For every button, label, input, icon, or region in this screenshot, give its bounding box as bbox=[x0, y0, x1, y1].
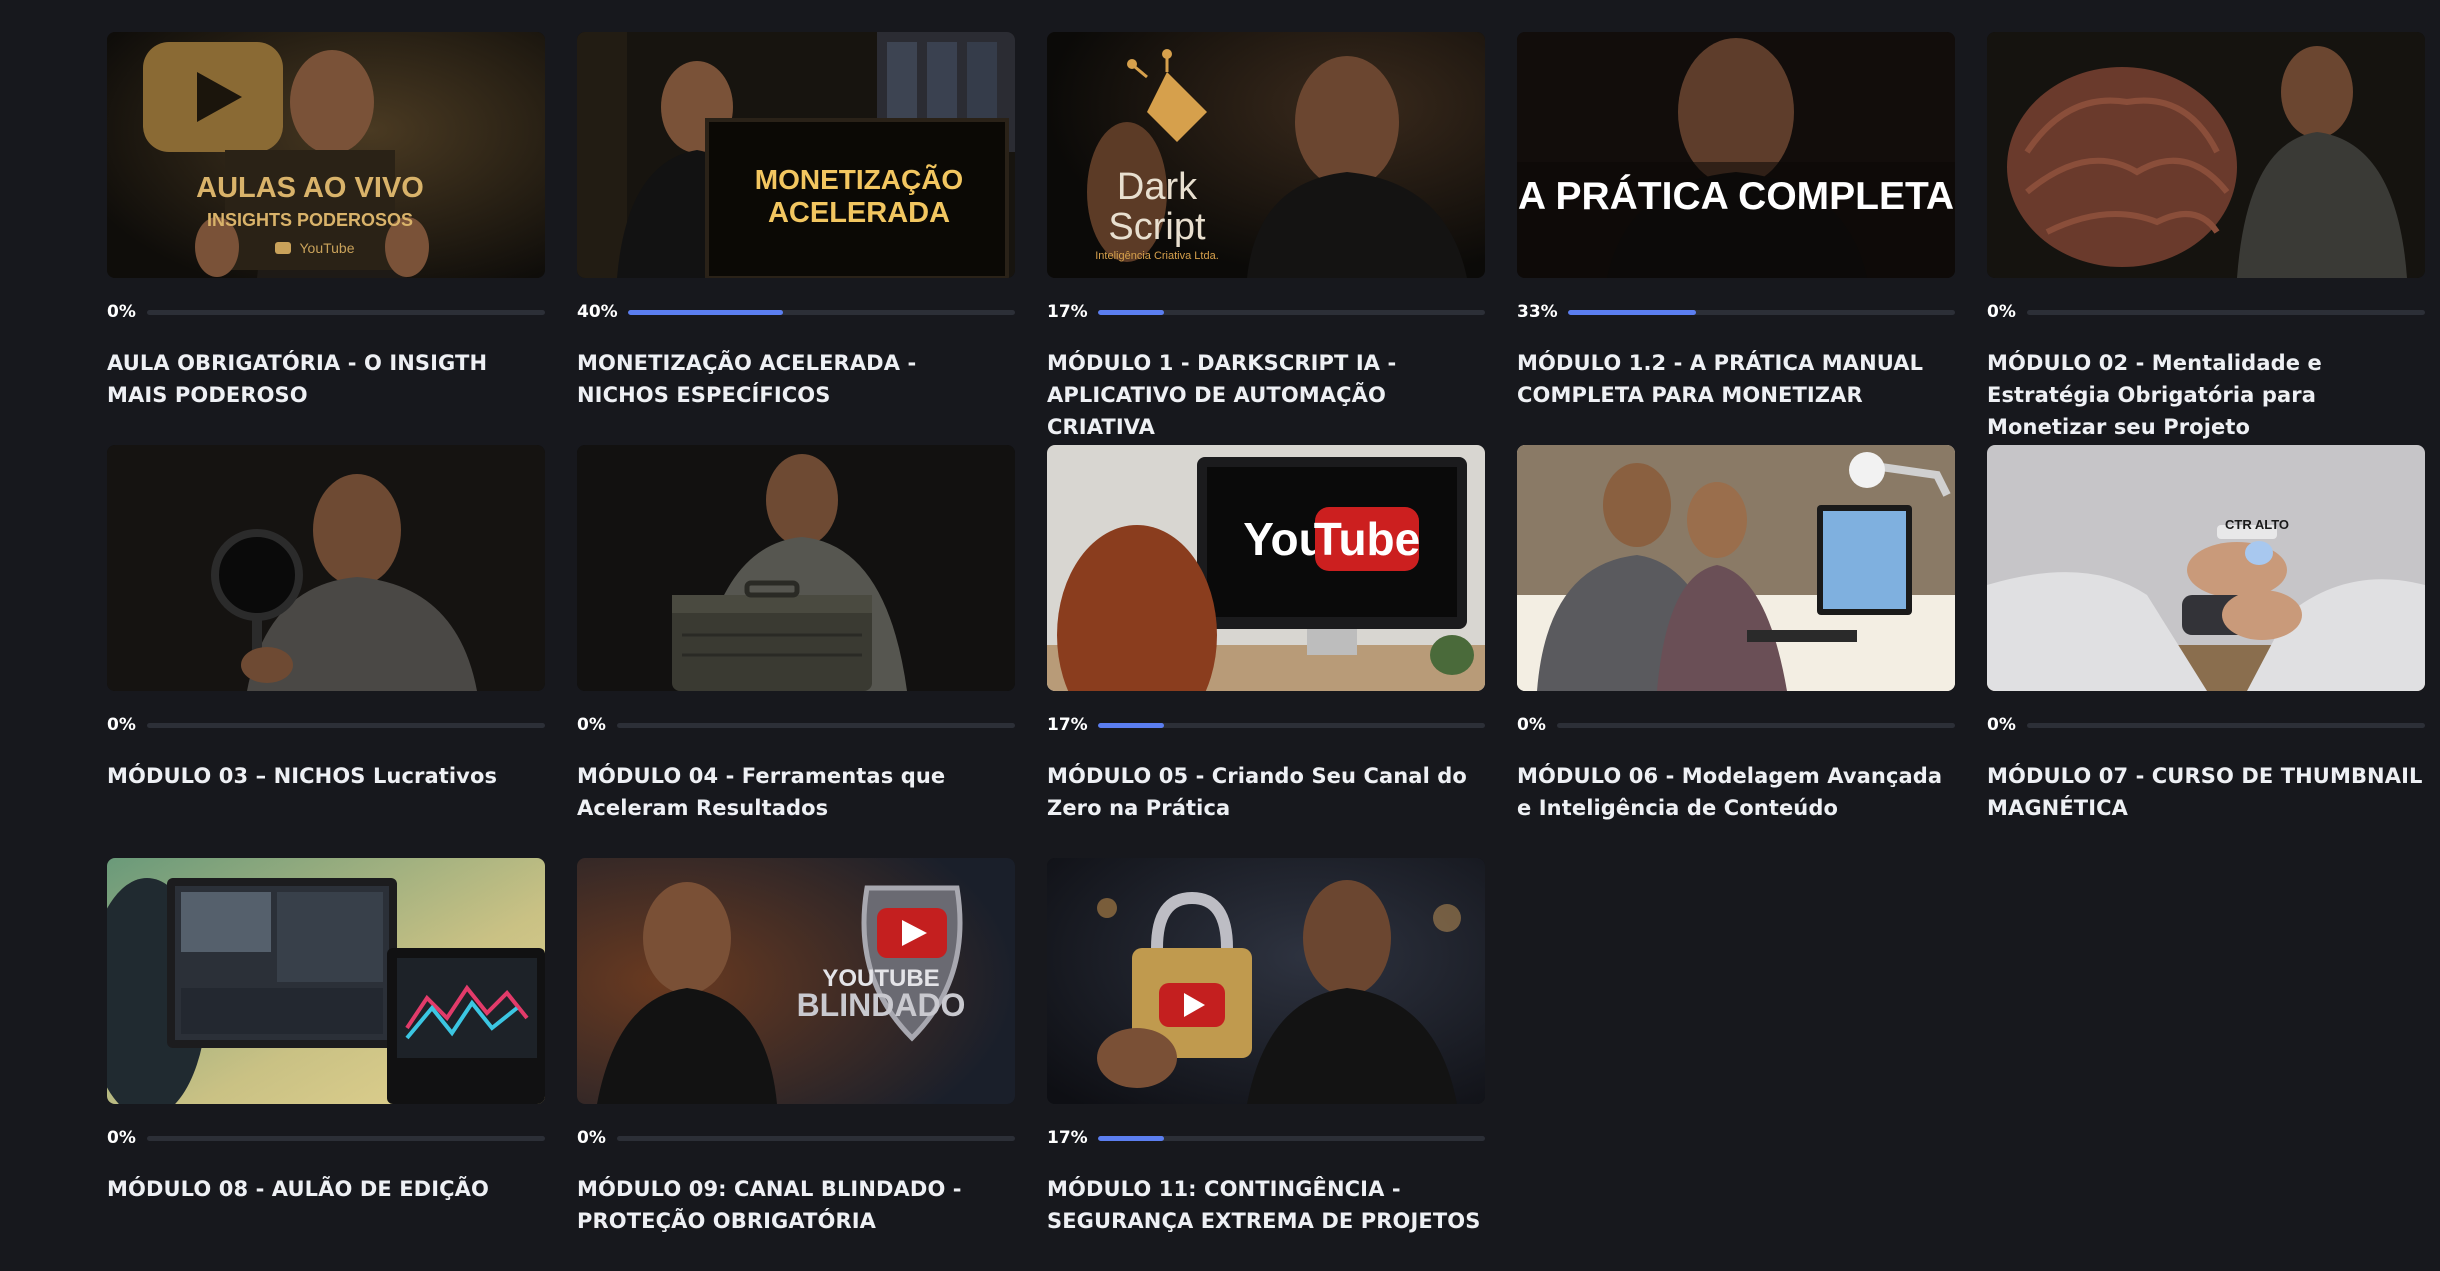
module-title[interactable]: MÓDULO 07 - CURSO DE THUMBNAIL MAGNÉTICA bbox=[1987, 760, 2425, 824]
progress-label: 0% bbox=[107, 715, 136, 735]
progress-row: 17% bbox=[1047, 302, 1485, 322]
module-title[interactable]: MÓDULO 02 - Mentalidade e Estratégia Obr… bbox=[1987, 347, 2425, 443]
progress-bar bbox=[1097, 309, 1485, 315]
module-thumbnail[interactable] bbox=[577, 445, 1015, 691]
progress-fill bbox=[1097, 309, 1164, 315]
progress-row: 33% bbox=[1517, 302, 1955, 322]
progress-row: 0% bbox=[107, 1128, 545, 1148]
module-thumbnail[interactable]: A PRÁTICA COMPLETA bbox=[1517, 32, 1955, 278]
thumb-text: CTR ALTO bbox=[2225, 517, 2289, 532]
module-card[interactable]: 0% MÓDULO 02 - Mentalidade e Estratégia … bbox=[1987, 32, 2425, 445]
progress-label: 0% bbox=[1987, 715, 2016, 735]
progress-label: 33% bbox=[1517, 302, 1558, 322]
progress-label: 0% bbox=[577, 715, 606, 735]
progress-bar bbox=[147, 309, 545, 315]
progress-bar bbox=[627, 309, 1015, 315]
module-card[interactable]: 0% MÓDULO 04 - Ferramentas que Aceleram … bbox=[577, 445, 1015, 858]
module-title[interactable]: MÓDULO 04 - Ferramentas que Aceleram Res… bbox=[577, 760, 1015, 824]
thumb-text: MONETIZAÇÃO bbox=[755, 164, 963, 195]
module-card[interactable]: Dark Script Inteligência Criativa Ltda. … bbox=[1047, 32, 1485, 445]
progress-row: 0% bbox=[1517, 715, 1955, 735]
module-thumbnail[interactable]: CTR ALTO bbox=[1987, 445, 2425, 691]
progress-row: 0% bbox=[577, 1128, 1015, 1148]
progress-row: 0% bbox=[107, 715, 545, 735]
thumb-text: A PRÁTICA COMPLETA bbox=[1518, 174, 1954, 218]
module-card[interactable]: MONETIZAÇÃO ACELERADA 40% MONETIZAÇÃO AC… bbox=[577, 32, 1015, 445]
progress-bar bbox=[147, 722, 545, 728]
module-title[interactable]: MÓDULO 1 - DARKSCRIPT IA - APLICATIVO DE… bbox=[1047, 347, 1485, 443]
module-title[interactable]: MÓDULO 05 - Criando Seu Canal do Zero na… bbox=[1047, 760, 1485, 824]
progress-row: 0% bbox=[107, 302, 545, 322]
module-thumbnail[interactable]: Dark Script Inteligência Criativa Ltda. bbox=[1047, 32, 1485, 278]
progress-bar bbox=[617, 1135, 1015, 1141]
module-thumbnail[interactable]: You Tube bbox=[1047, 445, 1485, 691]
progress-label: 0% bbox=[577, 1128, 606, 1148]
module-title[interactable]: MÓDULO 09: CANAL BLINDADO - PROTEÇÃO OBR… bbox=[577, 1173, 1015, 1237]
progress-label: 17% bbox=[1047, 1128, 1088, 1148]
module-card[interactable]: AULAS AO VIVO INSIGHTS PODEROSOS YouTube… bbox=[107, 32, 545, 445]
module-title[interactable]: MÓDULO 1.2 - A PRÁTICA MANUAL COMPLETA P… bbox=[1517, 347, 1955, 411]
progress-bar bbox=[1557, 722, 1955, 728]
module-card[interactable]: YOUTUBE BLINDADO 0% MÓDULO 09: CANAL BLI… bbox=[577, 858, 1015, 1271]
module-thumbnail[interactable] bbox=[107, 445, 545, 691]
thumb-text: Script bbox=[1108, 206, 1206, 248]
progress-fill bbox=[1567, 309, 1696, 315]
progress-bar bbox=[2027, 309, 2425, 315]
module-thumbnail[interactable] bbox=[1517, 445, 1955, 691]
module-title[interactable]: AULA OBRIGATÓRIA - O INSIGTH MAIS PODERO… bbox=[107, 347, 545, 411]
progress-row: 0% bbox=[1987, 302, 2425, 322]
module-thumbnail[interactable]: MONETIZAÇÃO ACELERADA bbox=[577, 32, 1015, 278]
thumb-text: BLINDADO bbox=[797, 987, 966, 1023]
progress-label: 0% bbox=[107, 302, 136, 322]
progress-label: 0% bbox=[1517, 715, 1546, 735]
progress-bar bbox=[1567, 309, 1955, 315]
progress-fill bbox=[627, 309, 783, 315]
progress-label: 17% bbox=[1047, 715, 1088, 735]
progress-row: 0% bbox=[1987, 715, 2425, 735]
module-card[interactable]: 0% MÓDULO 03 – NICHOS Lucrativos bbox=[107, 445, 545, 858]
module-thumbnail[interactable] bbox=[1987, 32, 2425, 278]
module-thumbnail[interactable]: AULAS AO VIVO INSIGHTS PODEROSOS YouTube bbox=[107, 32, 545, 278]
module-title[interactable]: MÓDULO 03 – NICHOS Lucrativos bbox=[107, 760, 545, 792]
thumb-text: AULAS AO VIVO bbox=[196, 172, 424, 204]
module-card[interactable]: 0% MÓDULO 06 - Modelagem Avançada e Inte… bbox=[1517, 445, 1955, 858]
progress-row: 40% bbox=[577, 302, 1015, 322]
progress-label: 17% bbox=[1047, 302, 1088, 322]
progress-bar bbox=[2027, 722, 2425, 728]
progress-bar bbox=[147, 1135, 545, 1141]
progress-row: 17% bbox=[1047, 715, 1485, 735]
module-title[interactable]: MÓDULO 08 - AULÃO DE EDIÇÃO bbox=[107, 1173, 545, 1205]
module-thumbnail[interactable]: YOUTUBE BLINDADO bbox=[577, 858, 1015, 1104]
thumb-text: Tube bbox=[1314, 513, 1420, 565]
module-card[interactable]: 17% MÓDULO 11: CONTINGÊNCIA - SEGURANÇA … bbox=[1047, 858, 1485, 1271]
progress-bar bbox=[1097, 722, 1485, 728]
progress-label: 40% bbox=[577, 302, 618, 322]
progress-bar bbox=[1097, 1135, 1485, 1141]
thumb-text: Inteligência Criativa Ltda. bbox=[1095, 250, 1219, 262]
module-card[interactable]: CTR ALTO 0% MÓDULO 07 - CURSO DE THUMBNA… bbox=[1987, 445, 2425, 858]
progress-bar bbox=[617, 722, 1015, 728]
thumb-text: INSIGHTS PODEROSOS bbox=[207, 210, 413, 230]
module-title[interactable]: MÓDULO 06 - Modelagem Avançada e Intelig… bbox=[1517, 760, 1955, 824]
module-card[interactable]: 0% MÓDULO 08 - AULÃO DE EDIÇÃO bbox=[107, 858, 545, 1271]
module-title[interactable]: MONETIZAÇÃO ACELERADA - NICHOS ESPECÍFIC… bbox=[577, 347, 1015, 411]
thumb-text: Dark bbox=[1117, 166, 1198, 208]
module-card[interactable]: You Tube 17% MÓDULO 05 - Criando Seu Can… bbox=[1047, 445, 1485, 858]
thumb-text: ACELERADA bbox=[768, 197, 950, 229]
module-grid: AULAS AO VIVO INSIGHTS PODEROSOS YouTube… bbox=[107, 32, 2425, 1271]
module-thumbnail[interactable] bbox=[107, 858, 545, 1104]
progress-label: 0% bbox=[1987, 302, 2016, 322]
progress-fill bbox=[1097, 722, 1164, 728]
progress-row: 17% bbox=[1047, 1128, 1485, 1148]
progress-fill bbox=[1097, 1135, 1164, 1141]
module-thumbnail[interactable] bbox=[1047, 858, 1485, 1104]
progress-row: 0% bbox=[577, 715, 1015, 735]
module-card[interactable]: A PRÁTICA COMPLETA 33% MÓDULO 1.2 - A PR… bbox=[1517, 32, 1955, 445]
progress-label: 0% bbox=[107, 1128, 136, 1148]
thumb-text: YouTube bbox=[299, 240, 354, 256]
module-title[interactable]: MÓDULO 11: CONTINGÊNCIA - SEGURANÇA EXTR… bbox=[1047, 1173, 1485, 1237]
